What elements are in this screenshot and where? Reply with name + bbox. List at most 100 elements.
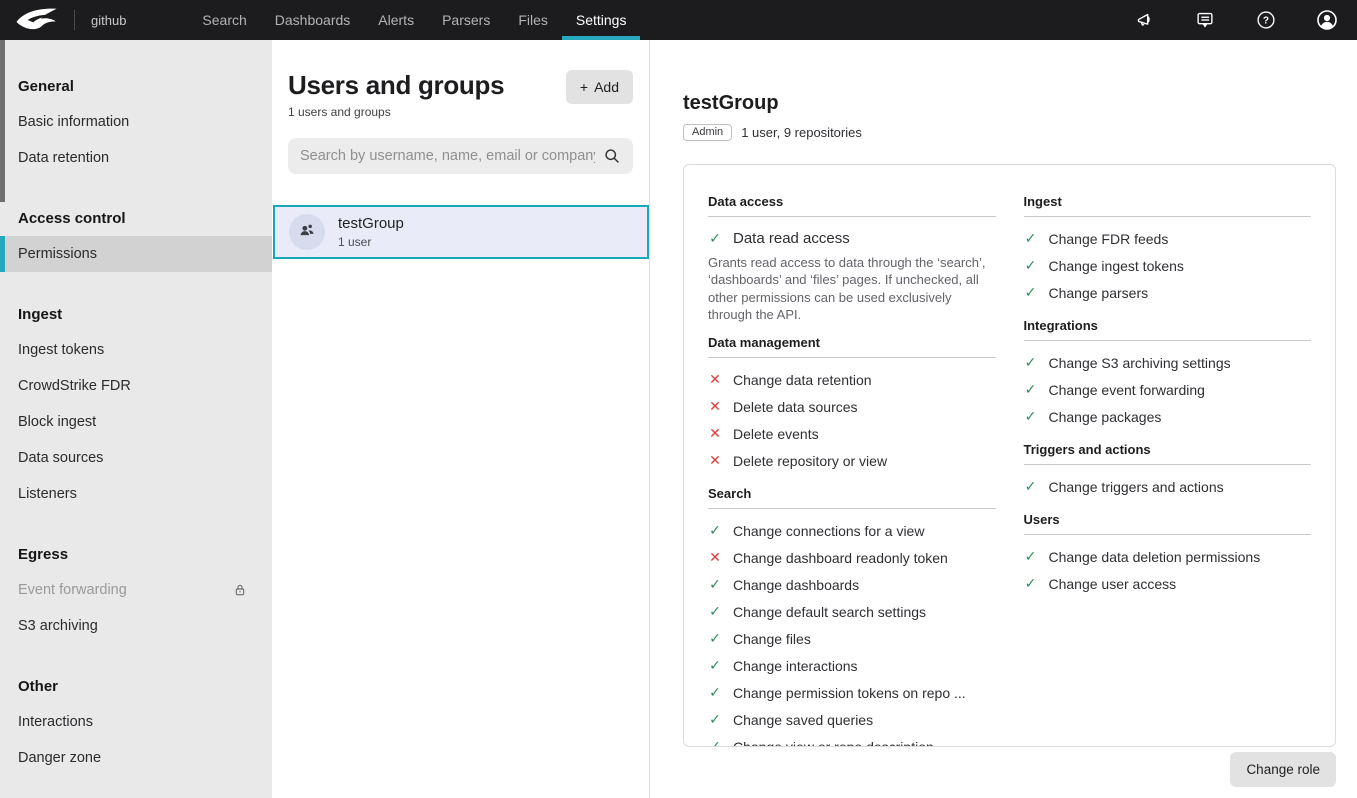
sidebar-item-label: Data sources <box>18 450 254 466</box>
tab-settings[interactable]: Settings <box>562 0 641 40</box>
svg-text:?: ? <box>1263 16 1269 27</box>
sidebar-item-label: Interactions <box>18 714 254 730</box>
permission-label: Change packages <box>1049 409 1162 425</box>
permission-section-title: Data management <box>708 335 996 358</box>
topbar: github SearchDashboardsAlertsParsersFile… <box>0 0 1357 40</box>
check-icon: ✓ <box>1024 284 1038 301</box>
permission-item: ✓Data read access <box>708 225 996 252</box>
check-icon: ✓ <box>708 711 722 728</box>
sidebar-item-listeners[interactable]: Listeners <box>0 476 272 512</box>
people-icon <box>297 220 317 245</box>
permission-section-search: Search✓Change connections for a view✕Cha… <box>708 486 996 747</box>
permission-item: ✕Delete repository or view <box>708 447 996 474</box>
sidebar-section-egress: EgressEvent forwardingS3 archiving <box>0 536 272 644</box>
sidebar-item-label: CrowdStrike FDR <box>18 378 254 394</box>
sidebar-scrollbar[interactable] <box>0 40 5 202</box>
topbar-actions: ? <box>1132 0 1357 40</box>
lock-icon <box>232 582 248 598</box>
tab-search[interactable]: Search <box>188 0 260 40</box>
check-icon: ✓ <box>708 657 722 674</box>
check-icon: ✓ <box>1024 381 1038 398</box>
add-button[interactable]: + Add <box>566 70 633 104</box>
search-icon <box>600 144 624 168</box>
permission-item: ✓Change default search settings <box>708 598 996 625</box>
sidebar-section-title: General <box>0 68 272 104</box>
falcon-logo-icon <box>14 6 60 34</box>
check-icon: ✓ <box>708 522 722 539</box>
check-icon: ✓ <box>1024 408 1038 425</box>
sidebar-item-label: Danger zone <box>18 750 254 766</box>
sidebar-section-general: General Basic information Data retention <box>0 68 272 176</box>
repo-name[interactable]: github <box>75 0 146 40</box>
group-title: testGroup <box>683 92 1336 115</box>
permission-item: ✕Delete data sources <box>708 393 996 420</box>
permission-item: ✓ Change packages <box>1024 403 1312 430</box>
permission-item: ✓Change triggers and actions <box>1024 473 1312 500</box>
permission-section-title: Triggers and actions <box>1024 442 1312 465</box>
permission-item: ✓Change view or repo description <box>708 733 996 747</box>
sidebar-item-ingest-tokens[interactable]: Ingest tokens <box>0 332 272 368</box>
change-role-button[interactable]: Change role <box>1230 752 1336 787</box>
sidebar-item-permissions[interactable]: Permissions <box>0 236 272 272</box>
permission-section-users: Users✓Change data deletion permissions✓C… <box>1024 512 1312 597</box>
megaphone-icon[interactable] <box>1132 8 1156 32</box>
tab-parsers[interactable]: Parsers <box>428 0 504 40</box>
help-icon[interactable]: ? <box>1254 8 1278 32</box>
sidebar-item-label: Listeners <box>18 486 254 502</box>
permission-section-data-management: Data management✕Change data retention✕De… <box>708 335 996 474</box>
check-icon: ✓ <box>708 630 722 647</box>
cross-icon: ✕ <box>708 452 722 469</box>
sidebar-section-ingest: IngestIngest tokens CrowdStrike FDR Block … <box>0 296 272 512</box>
permission-label: Change interactions <box>733 658 858 674</box>
permission-label: Change dashboard readonly token <box>733 550 948 566</box>
permission-item: ✓Change FDR feeds <box>1024 225 1312 252</box>
permission-description: Grants read access to data through the ‘… <box>708 254 994 323</box>
check-icon: ✓ <box>1024 354 1038 371</box>
permission-item: ✓Change connections for a view <box>708 517 996 544</box>
group-list-item-testgroup[interactable]: testGroup1 user <box>273 205 649 259</box>
tab-alerts[interactable]: Alerts <box>364 0 428 40</box>
permission-item: ✓Change data deletion permissions <box>1024 543 1312 570</box>
permission-item: ✓Change S3 archiving settings <box>1024 349 1312 376</box>
sidebar-item-data-sources[interactable]: Data sources <box>0 440 272 476</box>
sidebar-item-interactions[interactable]: Interactions <box>0 704 272 740</box>
sidebar-item-block-ingest[interactable]: Block ingest <box>0 404 272 440</box>
account-icon[interactable] <box>1315 8 1339 32</box>
tab-files[interactable]: Files <box>504 0 562 40</box>
cross-icon: ✕ <box>708 549 722 566</box>
check-icon: ✓ <box>708 576 722 593</box>
sidebar-section-other: OtherInteractionsDanger zone <box>0 668 272 776</box>
sidebar-item-crowdstrike-fdr[interactable]: CrowdStrike FDR <box>0 368 272 404</box>
sidebar-item-label: Event forwarding <box>18 582 232 598</box>
sidebar-item-basic-information[interactable]: Basic information <box>0 104 272 140</box>
search-input[interactable] <box>288 138 633 174</box>
sidebar-section-title: Ingest <box>0 296 272 332</box>
sidebar-item-event-forwarding[interactable]: Event forwarding <box>0 572 272 608</box>
sidebar-item-label: Basic information <box>18 114 254 130</box>
crowdstrike-falcon-logo[interactable] <box>0 0 74 40</box>
permission-label: Delete data sources <box>733 399 858 415</box>
cross-icon: ✕ <box>708 371 722 388</box>
sidebar-item-label: S3 archiving <box>18 618 254 634</box>
sidebar-item-danger-zone[interactable]: Danger zone <box>0 740 272 776</box>
check-icon: ✓ <box>708 684 722 701</box>
permissions-card: Data access✓Data read accessGrants read … <box>683 164 1336 747</box>
permission-label: Change files <box>733 631 811 647</box>
tab-dashboards[interactable]: Dashboards <box>261 0 365 40</box>
permission-label: Change event forwarding <box>1049 382 1205 398</box>
check-icon: ✓ <box>1024 257 1038 274</box>
feedback-icon[interactable] <box>1193 8 1217 32</box>
sidebar-item-s3-archiving[interactable]: S3 archiving <box>0 608 272 644</box>
permission-label: Change dashboards <box>733 577 859 593</box>
main-nav: SearchDashboardsAlertsParsersFilesSettin… <box>188 0 640 40</box>
sidebar-item-data-retention[interactable]: Data retention <box>0 140 272 176</box>
permission-label: Change parsers <box>1049 285 1149 301</box>
permission-label: Change ingest tokens <box>1049 258 1184 274</box>
permission-item: ✓Change permission tokens on repo ... <box>708 679 996 706</box>
permission-label: Change user access <box>1049 576 1177 592</box>
permission-section-ingest: Ingest✓Change FDR feeds✓Change ingest to… <box>1024 194 1312 306</box>
permissions-column-2: Ingest✓Change FDR feeds✓Change ingest to… <box>1024 194 1312 747</box>
permission-item: ✓ Change event forwarding <box>1024 376 1312 403</box>
permission-label: Change data deletion permissions <box>1049 549 1261 565</box>
permission-label: Data read access <box>733 230 850 247</box>
